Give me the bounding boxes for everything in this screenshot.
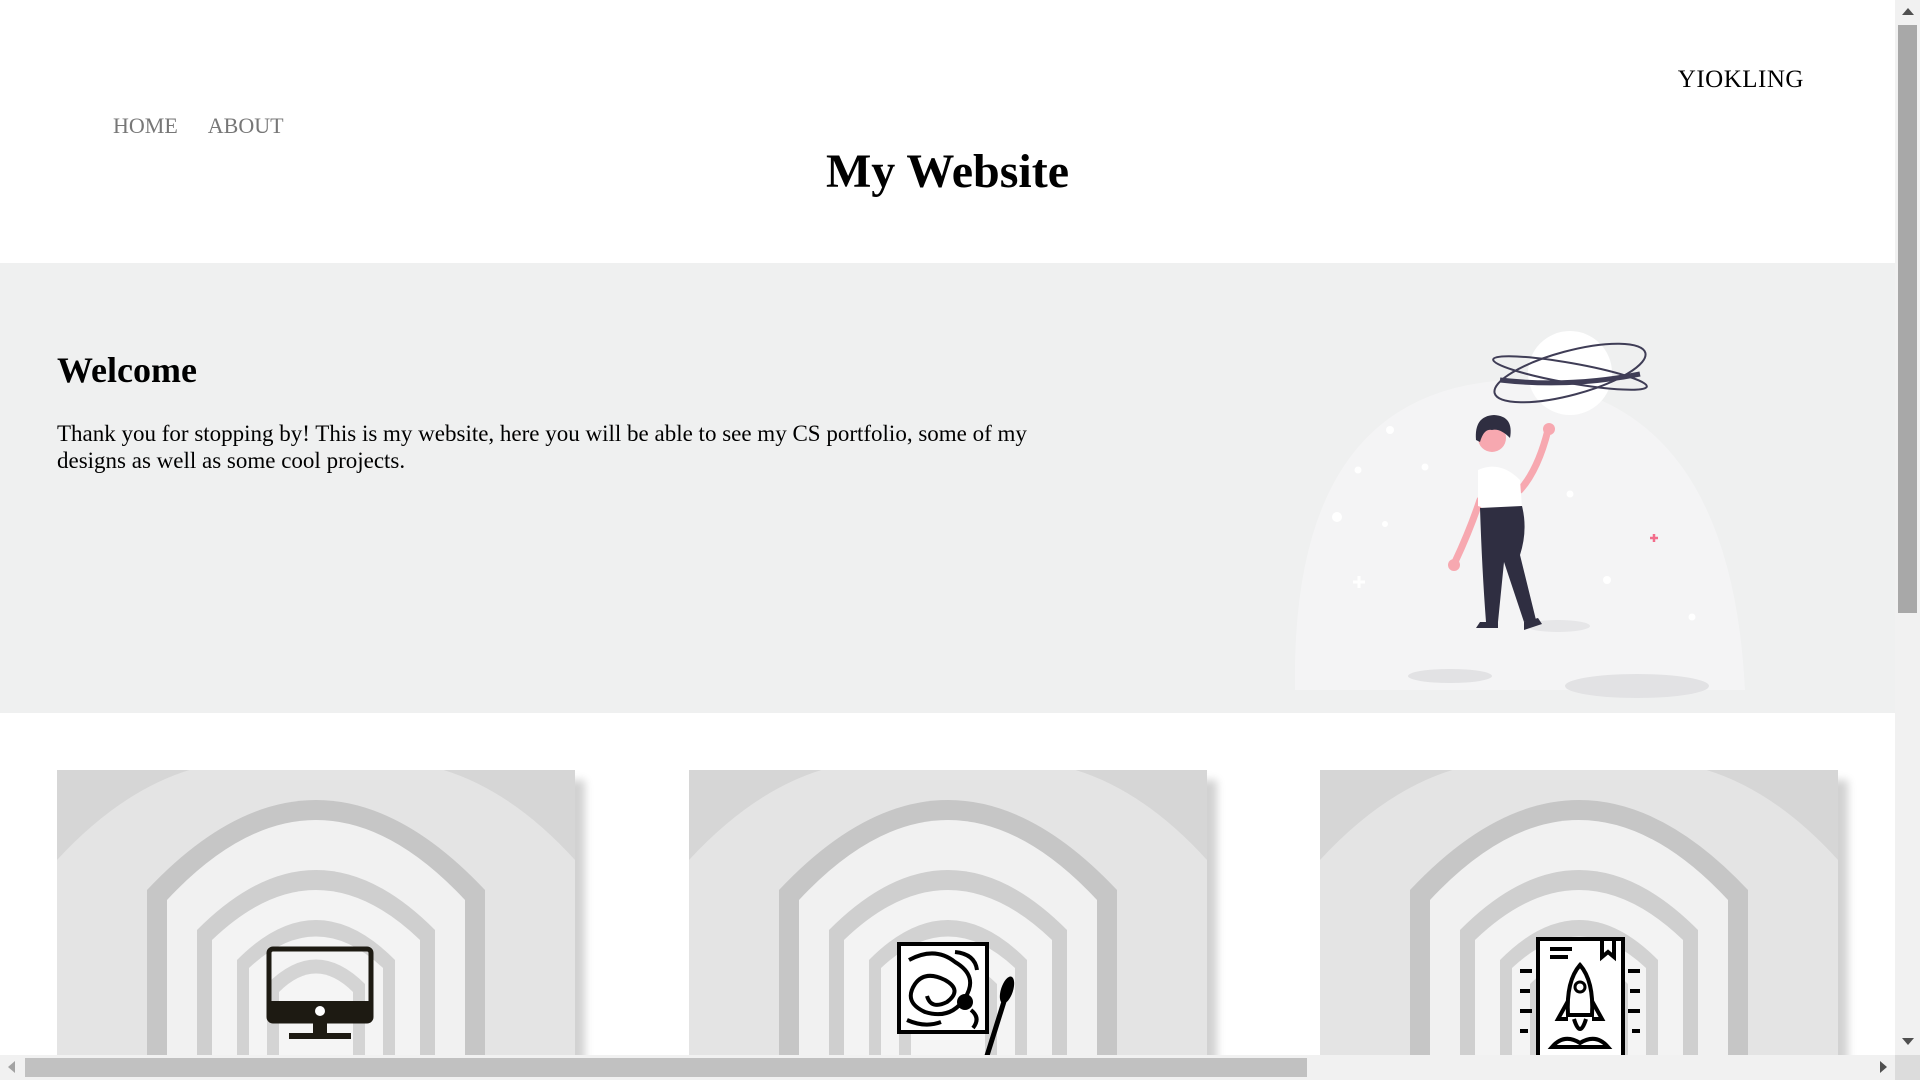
scroll-down-arrow-icon[interactable]: [1902, 1038, 1914, 1045]
main-nav: HOME ABOUT: [113, 113, 284, 139]
portfolio-card-cs[interactable]: [57, 770, 575, 1055]
scrollbar-corner: [1895, 1055, 1920, 1080]
scroll-right-arrow-icon[interactable]: [1880, 1061, 1887, 1073]
scroll-left-arrow-icon[interactable]: [8, 1061, 15, 1073]
hero-heading: Welcome: [57, 350, 197, 390]
woman-planet-illustration: [1294, 331, 1745, 698]
nav-about-link[interactable]: ABOUT: [208, 113, 284, 139]
nav-home-link[interactable]: HOME: [113, 113, 178, 139]
scroll-up-arrow-icon[interactable]: [1902, 8, 1914, 15]
horizontal-scrollbar-thumb[interactable]: [25, 1058, 1307, 1077]
hero-text: Thank you for stopping by! This is my we…: [57, 421, 1027, 473]
site-title: My Website: [825, 145, 1070, 198]
computer-monitor-icon: [266, 946, 374, 1039]
page-viewport: YIOKLING HOME ABOUT My Website Welcome T…: [0, 0, 1895, 1055]
portfolio-card-design[interactable]: [689, 770, 1207, 1055]
brand-name[interactable]: YIOKLING: [1678, 66, 1804, 94]
hero-section: Welcome Thank you for stopping by! This …: [0, 263, 1895, 713]
vertical-scrollbar-thumb[interactable]: [1898, 25, 1917, 613]
rocket-book-icon: [1520, 937, 1640, 1055]
paint-palette-brush-icon: [897, 942, 1015, 1055]
portfolio-card-projects[interactable]: [1320, 770, 1838, 1055]
